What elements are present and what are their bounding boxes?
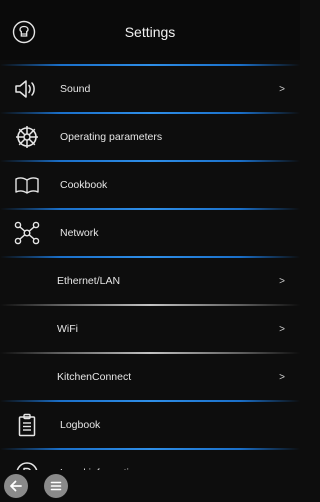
- page-title: Settings: [124, 24, 176, 40]
- back-button[interactable]: [4, 474, 28, 498]
- settings-item-label: Cookbook: [60, 179, 108, 191]
- settings-item-ethernet-lan[interactable]: Ethernet/LAN >: [0, 258, 300, 304]
- back-arrow-icon: [10, 480, 22, 492]
- settings-list: Sound > Operating parameters Cookbook Ne…: [0, 64, 300, 498]
- chevron-right-icon: >: [279, 323, 285, 335]
- clipboard-icon: [13, 413, 41, 437]
- chevron-right-icon: >: [279, 83, 285, 95]
- menu-icon: [50, 481, 62, 491]
- settings-item-label: WiFi: [57, 323, 78, 335]
- settings-item-label: KitchenConnect: [57, 371, 132, 383]
- settings-item-logbook[interactable]: Logbook: [0, 402, 300, 448]
- chevron-right-icon: >: [279, 275, 285, 287]
- book-icon: [13, 173, 41, 197]
- wheel-icon: [13, 125, 41, 149]
- header-bar: Settings: [0, 0, 300, 60]
- network-icon: [13, 221, 41, 245]
- settings-item-network[interactable]: Network: [0, 210, 300, 256]
- chevron-right-icon: >: [279, 371, 285, 383]
- settings-item-label: Sound: [60, 83, 91, 95]
- settings-item-label: Network: [60, 227, 99, 239]
- settings-item-operating-parameters[interactable]: Operating parameters: [0, 114, 300, 160]
- settings-item-label: Ethernet/LAN: [57, 275, 121, 287]
- settings-item-wifi[interactable]: WiFi >: [0, 306, 300, 352]
- settings-item-kitchenconnect[interactable]: KitchenConnect >: [0, 354, 300, 400]
- settings-item-sound[interactable]: Sound >: [0, 66, 300, 112]
- speaker-icon: [13, 77, 41, 101]
- settings-item-label: Logbook: [60, 419, 101, 431]
- menu-button[interactable]: [44, 474, 68, 498]
- settings-item-label: Operating parameters: [60, 131, 163, 143]
- settings-item-cookbook[interactable]: Cookbook: [0, 162, 300, 208]
- footer-bar: [0, 470, 300, 502]
